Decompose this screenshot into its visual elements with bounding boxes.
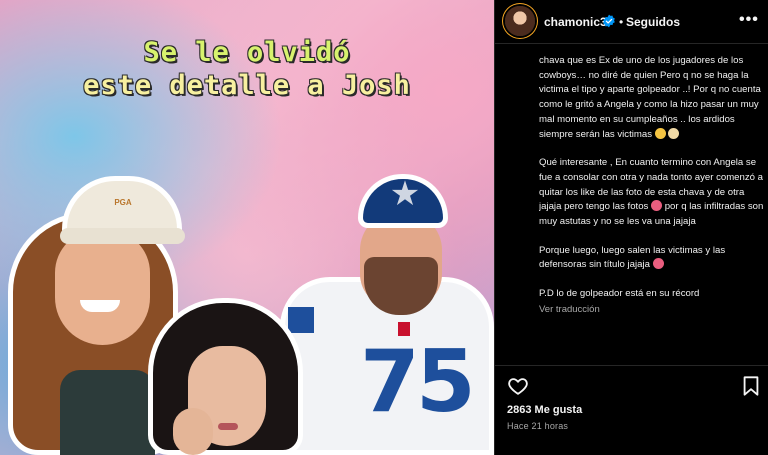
post-timestamp[interactable]: Hace 21 horas — [507, 421, 568, 431]
cap-logo: PGA — [114, 198, 132, 207]
see-translation-link[interactable]: Ver traducción — [539, 303, 765, 318]
image-headline-line2: este detalle a Josh — [83, 70, 411, 101]
more-options-icon[interactable]: ••• — [739, 11, 759, 29]
laughing-emoji-icon — [652, 258, 664, 270]
image-headline-line1: Se le olvidó — [143, 37, 351, 68]
caption-paragraph: Porque luego, luego salen las victimas y… — [539, 244, 726, 271]
laughing-emoji-icon — [651, 200, 663, 212]
following-button[interactable]: Seguidos — [626, 15, 680, 29]
heart-icon[interactable] — [507, 375, 529, 397]
username-link[interactable]: chamonic3 — [544, 15, 607, 29]
caption-paragraph: P.D lo de golpeador está en su récord Ve… — [539, 287, 765, 317]
caption-paragraph: chava que es Ex de uno de los jugadores … — [539, 55, 761, 140]
separator-dot: • — [619, 15, 624, 29]
bookmark-icon[interactable] — [741, 375, 761, 397]
star-logo-icon: ★ — [389, 175, 421, 213]
post-sidebar: chamonic3 • Seguidos ••• chava que es Ex… — [494, 0, 768, 455]
caption-paragraph: Qué interesante , En cuanto termino con … — [539, 157, 764, 228]
post-caption: chava que es Ex de uno de los jugadores … — [539, 54, 765, 359]
like-count[interactable]: 2863 Me gusta — [507, 404, 582, 416]
verified-badge-icon — [603, 14, 615, 28]
post-image[interactable]: Se le olvidó este detalle a Josh PGA 75 … — [0, 0, 494, 455]
post-header: chamonic3 • Seguidos ••• — [495, 0, 768, 44]
jersey-number: 75 — [360, 332, 476, 432]
face-emoji-icon — [668, 127, 680, 139]
woman-dark-hair-photo — [148, 298, 308, 455]
grinning-emoji-icon — [654, 127, 666, 139]
avatar[interactable] — [505, 6, 535, 36]
divider — [495, 365, 768, 366]
